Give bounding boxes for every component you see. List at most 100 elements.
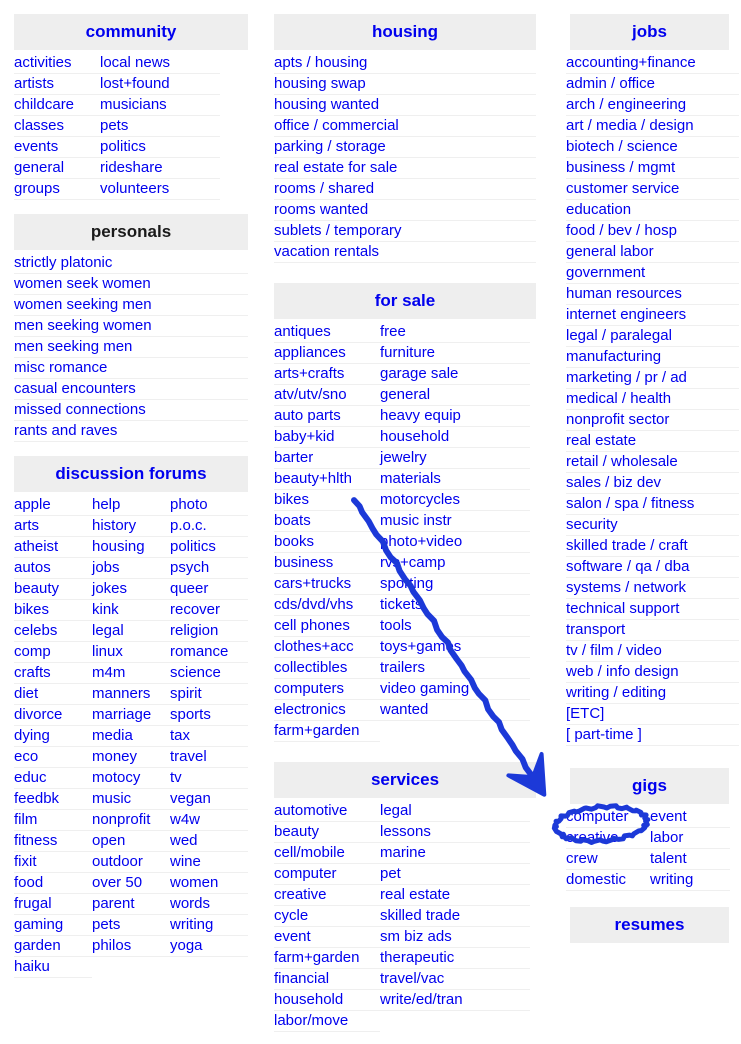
category-link-outdoor[interactable]: outdoor <box>92 852 170 873</box>
category-link-atheist[interactable]: atheist <box>14 537 92 558</box>
category-link-casual-encounters[interactable]: casual encounters <box>14 379 248 400</box>
category-link-labor[interactable]: labor <box>650 828 730 849</box>
category-link-financial[interactable]: financial <box>274 969 380 990</box>
category-link-real-estate-for-sale[interactable]: real estate for sale <box>274 158 536 179</box>
category-link-systems-network[interactable]: systems / network <box>566 578 739 599</box>
category-link-recover[interactable]: recover <box>170 600 248 621</box>
category-link-materials[interactable]: materials <box>380 469 530 490</box>
category-link-eco[interactable]: eco <box>14 747 92 768</box>
category-link-parent[interactable]: parent <box>92 894 170 915</box>
category-link-music[interactable]: music <box>92 789 170 810</box>
category-link-rideshare[interactable]: rideshare <box>100 158 220 179</box>
category-link-money[interactable]: money <box>92 747 170 768</box>
category-link-security[interactable]: security <box>566 515 739 536</box>
category-link-events[interactable]: events <box>14 137 100 158</box>
category-link-computer[interactable]: computer <box>274 864 380 885</box>
category-link-beauty[interactable]: beauty <box>14 579 92 600</box>
category-link-nonprofit-sector[interactable]: nonprofit sector <box>566 410 739 431</box>
category-link-women[interactable]: women <box>170 873 248 894</box>
category-link-tickets[interactable]: tickets <box>380 595 530 616</box>
category-link-labor-move[interactable]: labor/move <box>274 1011 380 1032</box>
category-link-food-bev-hosp[interactable]: food / bev / hosp <box>566 221 739 242</box>
category-link-w4w[interactable]: w4w <box>170 810 248 831</box>
category-link-garden[interactable]: garden <box>14 936 92 957</box>
category-link-free[interactable]: free <box>380 322 530 343</box>
category-link-legal[interactable]: legal <box>92 621 170 642</box>
category-link-event[interactable]: event <box>274 927 380 948</box>
section-header-personals[interactable]: personals <box>14 214 248 250</box>
category-link-clothes-acc[interactable]: clothes+acc <box>274 637 380 658</box>
category-link-travel-vac[interactable]: travel/vac <box>380 969 530 990</box>
category-link-wine[interactable]: wine <box>170 852 248 873</box>
category-link-help[interactable]: help <box>92 495 170 516</box>
category-link-writing[interactable]: writing <box>650 870 730 891</box>
category-link-household[interactable]: household <box>380 427 530 448</box>
category-link-appliances[interactable]: appliances <box>274 343 380 364</box>
category-link-travel[interactable]: travel <box>170 747 248 768</box>
category-link-beauty[interactable]: beauty <box>274 822 380 843</box>
category-link-rants-and-raves[interactable]: rants and raves <box>14 421 248 442</box>
category-link-housing-swap[interactable]: housing swap <box>274 74 536 95</box>
category-link-general[interactable]: general <box>380 385 530 406</box>
category-link-photo[interactable]: photo <box>170 495 248 516</box>
category-link-barter[interactable]: barter <box>274 448 380 469</box>
category-link-boats[interactable]: boats <box>274 511 380 532</box>
category-link-apple[interactable]: apple <box>14 495 92 516</box>
category-link--part-time-[interactable]: [ part-time ] <box>566 725 739 746</box>
category-link-romance[interactable]: romance <box>170 642 248 663</box>
category-link-pets[interactable]: pets <box>92 915 170 936</box>
category-link-parking-storage[interactable]: parking / storage <box>274 137 536 158</box>
category-link-creative[interactable]: creative <box>566 828 650 849</box>
category-link-marine[interactable]: marine <box>380 843 530 864</box>
category-link-volunteers[interactable]: volunteers <box>100 179 220 200</box>
category-link-tools[interactable]: tools <box>380 616 530 637</box>
category-link-missed-connections[interactable]: missed connections <box>14 400 248 421</box>
category-link-childcare[interactable]: childcare <box>14 95 100 116</box>
category-link-activities[interactable]: activities <box>14 53 100 74</box>
category-link-talent[interactable]: talent <box>650 849 730 870</box>
category-link-film[interactable]: film <box>14 810 92 831</box>
category-link-psych[interactable]: psych <box>170 558 248 579</box>
category-link-cds-dvd-vhs[interactable]: cds/dvd/vhs <box>274 595 380 616</box>
category-link-books[interactable]: books <box>274 532 380 553</box>
category-link-writing[interactable]: writing <box>170 915 248 936</box>
category-link-internet-engineers[interactable]: internet engineers <box>566 305 739 326</box>
category-link-accounting-finance[interactable]: accounting+finance <box>566 53 739 74</box>
category-link-art-media-design[interactable]: art / media / design <box>566 116 739 137</box>
category-link-jewelry[interactable]: jewelry <box>380 448 530 469</box>
category-link-admin-office[interactable]: admin / office <box>566 74 739 95</box>
category-link-women-seeking-men[interactable]: women seeking men <box>14 295 248 316</box>
category-link-salon-spa-fitness[interactable]: salon / spa / fitness <box>566 494 739 515</box>
category-link-lost-found[interactable]: lost+found <box>100 74 220 95</box>
category-link-cell-mobile[interactable]: cell/mobile <box>274 843 380 864</box>
category-link-vacation-rentals[interactable]: vacation rentals <box>274 242 536 263</box>
category-link-educ[interactable]: educ <box>14 768 92 789</box>
category-link-pet[interactable]: pet <box>380 864 530 885</box>
category-link-bikes[interactable]: bikes <box>274 490 380 511</box>
category-link-atv-utv-sno[interactable]: atv/utv/sno <box>274 385 380 406</box>
category-link-computers[interactable]: computers <box>274 679 380 700</box>
category-link-strictly-platonic[interactable]: strictly platonic <box>14 253 248 274</box>
category-link-tv-film-video[interactable]: tv / film / video <box>566 641 739 662</box>
category-link-yoga[interactable]: yoga <box>170 936 248 957</box>
category-link-farm-garden[interactable]: farm+garden <box>274 721 380 742</box>
category-link-men-seeking-men[interactable]: men seeking men <box>14 337 248 358</box>
category-link-collectibles[interactable]: collectibles <box>274 658 380 679</box>
category-link-jobs[interactable]: jobs <box>92 558 170 579</box>
category-link-toys-games[interactable]: toys+games <box>380 637 530 658</box>
category-link-cell-phones[interactable]: cell phones <box>274 616 380 637</box>
category-link-linux[interactable]: linux <box>92 642 170 663</box>
category-link-tv[interactable]: tv <box>170 768 248 789</box>
category-link-medical-health[interactable]: medical / health <box>566 389 739 410</box>
category-link-household[interactable]: household <box>274 990 380 1011</box>
category-link-women-seek-women[interactable]: women seek women <box>14 274 248 295</box>
category-link-therapeutic[interactable]: therapeutic <box>380 948 530 969</box>
category-link-rooms-shared[interactable]: rooms / shared <box>274 179 536 200</box>
category-link-jokes[interactable]: jokes <box>92 579 170 600</box>
category-link-write-ed-tran[interactable]: write/ed/tran <box>380 990 530 1011</box>
category-link-history[interactable]: history <box>92 516 170 537</box>
category-link-local-news[interactable]: local news <box>100 53 220 74</box>
category-link-marriage[interactable]: marriage <box>92 705 170 726</box>
section-header-forums[interactable]: discussion forums <box>14 456 248 492</box>
category-link-arch-engineering[interactable]: arch / engineering <box>566 95 739 116</box>
